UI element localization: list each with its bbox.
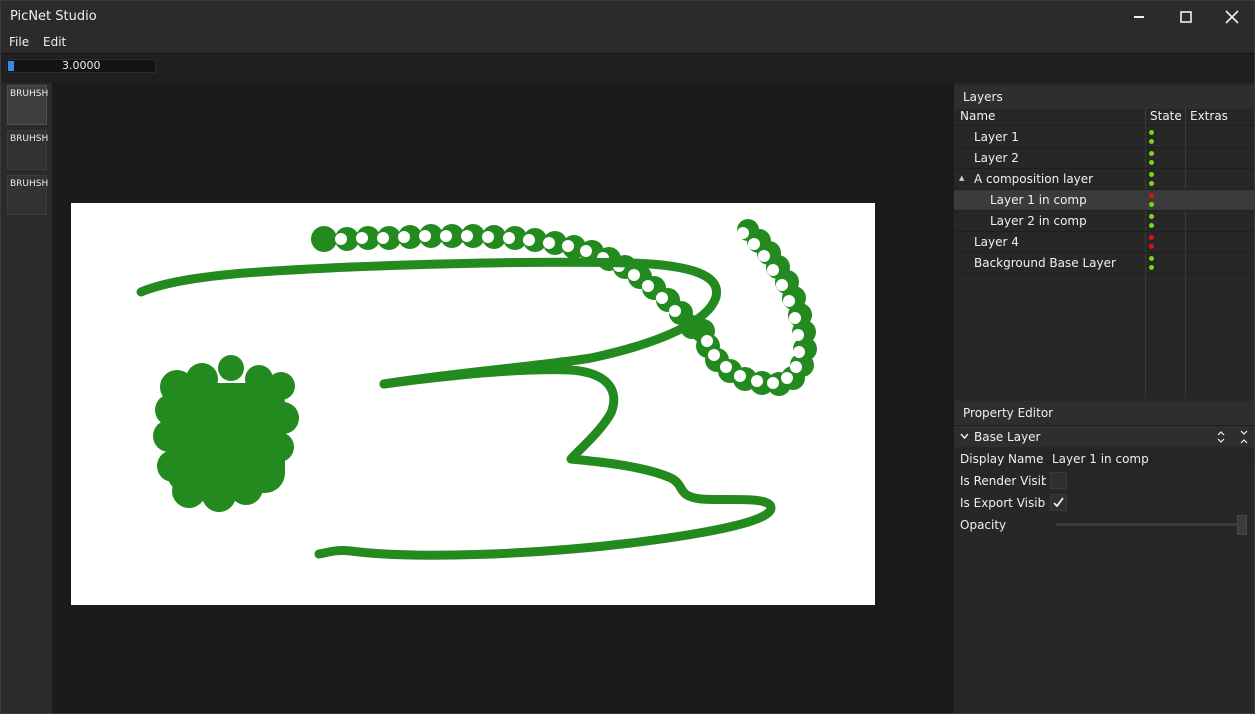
layer-name: Background Base Layer bbox=[974, 256, 1116, 270]
export-visible-indicator[interactable] bbox=[1149, 160, 1154, 165]
close-button[interactable] bbox=[1209, 1, 1255, 33]
export-visible-checkbox[interactable] bbox=[1050, 494, 1067, 511]
layer-row[interactable]: Background Base Layer bbox=[954, 253, 1254, 274]
section-header[interactable]: Base Layer bbox=[954, 425, 1254, 447]
render-visible-indicator[interactable] bbox=[1149, 151, 1154, 156]
export-visible-indicator[interactable] bbox=[1149, 139, 1154, 144]
app-window: PicNet Studio File Edit 3.0000 BRUHSH BR… bbox=[0, 0, 1255, 714]
expand-all-icon[interactable] bbox=[1216, 429, 1226, 445]
column-state[interactable]: State bbox=[1150, 109, 1182, 126]
prop-display-name: Display Name Layer 1 in comp bbox=[954, 448, 1254, 470]
menu-file[interactable]: File bbox=[9, 35, 29, 49]
display-name-label: Display Name bbox=[960, 452, 1044, 466]
minimize-icon bbox=[1134, 16, 1144, 18]
layer-name: Layer 1 in comp bbox=[990, 193, 1087, 207]
minimize-button[interactable] bbox=[1116, 1, 1162, 33]
brush-label: BRUHSH bbox=[10, 89, 49, 99]
brush-button-1[interactable]: BRUHSH bbox=[7, 85, 49, 125]
menu-bar: File Edit bbox=[1, 33, 1254, 53]
brush-size-fill bbox=[8, 61, 14, 71]
layer-name: Layer 2 bbox=[974, 151, 1019, 165]
opacity-slider-thumb[interactable] bbox=[1237, 515, 1247, 535]
layer-row[interactable]: Layer 1 in comp bbox=[954, 190, 1254, 211]
render-visible-indicator[interactable] bbox=[1149, 214, 1154, 219]
app-title: PicNet Studio bbox=[10, 9, 97, 24]
layer-row[interactable]: ▲ A composition layer bbox=[954, 169, 1254, 190]
canvas-strokes bbox=[136, 219, 817, 560]
canvas-viewport[interactable] bbox=[52, 83, 954, 713]
export-visible-indicator[interactable] bbox=[1149, 202, 1154, 207]
collapse-all-icon[interactable] bbox=[1239, 429, 1249, 445]
brush-size-value: 3.0000 bbox=[62, 59, 101, 72]
layer-name: Layer 1 bbox=[974, 130, 1019, 144]
layer-name: Layer 4 bbox=[974, 235, 1019, 249]
stroke-zigzag bbox=[314, 365, 776, 560]
blob-stroke bbox=[153, 355, 299, 512]
layers-column-header: Name State Extras bbox=[954, 108, 1254, 126]
layer-name: Layer 2 in comp bbox=[990, 214, 1087, 228]
export-visible-indicator[interactable] bbox=[1149, 181, 1154, 186]
brush-panel: BRUHSH BRUHSH BRUHSH bbox=[1, 83, 52, 713]
toolbar: 3.0000 bbox=[1, 53, 1254, 83]
render-visible-checkbox[interactable] bbox=[1050, 472, 1067, 489]
display-name-value: Layer 1 in comp bbox=[1052, 452, 1149, 466]
render-visible-indicator[interactable] bbox=[1149, 130, 1154, 135]
opacity-track[interactable] bbox=[1056, 523, 1246, 526]
menu-edit[interactable]: Edit bbox=[43, 35, 66, 49]
layer-row[interactable]: Layer 4 bbox=[954, 232, 1254, 253]
render-visible-indicator[interactable] bbox=[1149, 235, 1154, 240]
layers-header: Layers bbox=[954, 85, 1254, 109]
checkmark-icon bbox=[1053, 497, 1064, 508]
maximize-button[interactable] bbox=[1163, 1, 1209, 33]
render-visible-indicator[interactable] bbox=[1149, 256, 1154, 261]
render-visible-label: Is Render Visible bbox=[960, 474, 1046, 488]
prop-export-visible: Is Export Visible bbox=[954, 492, 1254, 514]
layer-row[interactable]: Layer 2 in comp bbox=[954, 211, 1254, 232]
layer-name: A composition layer bbox=[974, 172, 1094, 186]
property-editor-title: Property Editor bbox=[963, 406, 1054, 420]
layers-title: Layers bbox=[963, 90, 1003, 104]
layer-row[interactable]: Layer 2 bbox=[954, 148, 1254, 169]
title-bar[interactable]: PicNet Studio bbox=[1, 1, 1254, 33]
export-visible-indicator[interactable] bbox=[1149, 265, 1154, 270]
prop-opacity: Opacity bbox=[954, 514, 1254, 536]
brush-size-slider[interactable]: 3.0000 bbox=[6, 59, 156, 73]
drawing-canvas[interactable] bbox=[71, 203, 875, 605]
section-title: Base Layer bbox=[974, 430, 1041, 444]
brush-button-3[interactable]: BRUHSH bbox=[7, 175, 49, 215]
display-name-field[interactable]: Layer 1 in comp bbox=[1048, 449, 1252, 469]
chevron-down-icon bbox=[960, 433, 969, 440]
export-visible-indicator[interactable] bbox=[1149, 244, 1154, 249]
column-extras[interactable]: Extras bbox=[1190, 109, 1228, 126]
opacity-label: Opacity bbox=[960, 518, 1007, 532]
expand-triangle-icon[interactable]: ▲ bbox=[959, 174, 964, 182]
layer-row[interactable]: Layer 1 bbox=[954, 127, 1254, 148]
brush-label: BRUHSH bbox=[10, 179, 49, 189]
render-visible-indicator[interactable] bbox=[1149, 172, 1154, 177]
brush-label: BRUHSH bbox=[10, 134, 49, 144]
brush-button-2[interactable]: BRUHSH bbox=[7, 130, 49, 170]
prop-render-visible: Is Render Visible bbox=[954, 470, 1254, 492]
export-visible-label: Is Export Visible bbox=[960, 496, 1046, 510]
maximize-icon bbox=[1180, 11, 1192, 23]
export-visible-indicator[interactable] bbox=[1149, 223, 1154, 228]
render-visible-indicator[interactable] bbox=[1149, 193, 1154, 198]
right-side-panel: Layers Name State Extras Layer 1 Layer 2 ▲… bbox=[954, 83, 1254, 713]
close-icon bbox=[1225, 10, 1239, 24]
property-editor-header: Property Editor bbox=[954, 401, 1254, 425]
column-name[interactable]: Name bbox=[960, 109, 995, 126]
